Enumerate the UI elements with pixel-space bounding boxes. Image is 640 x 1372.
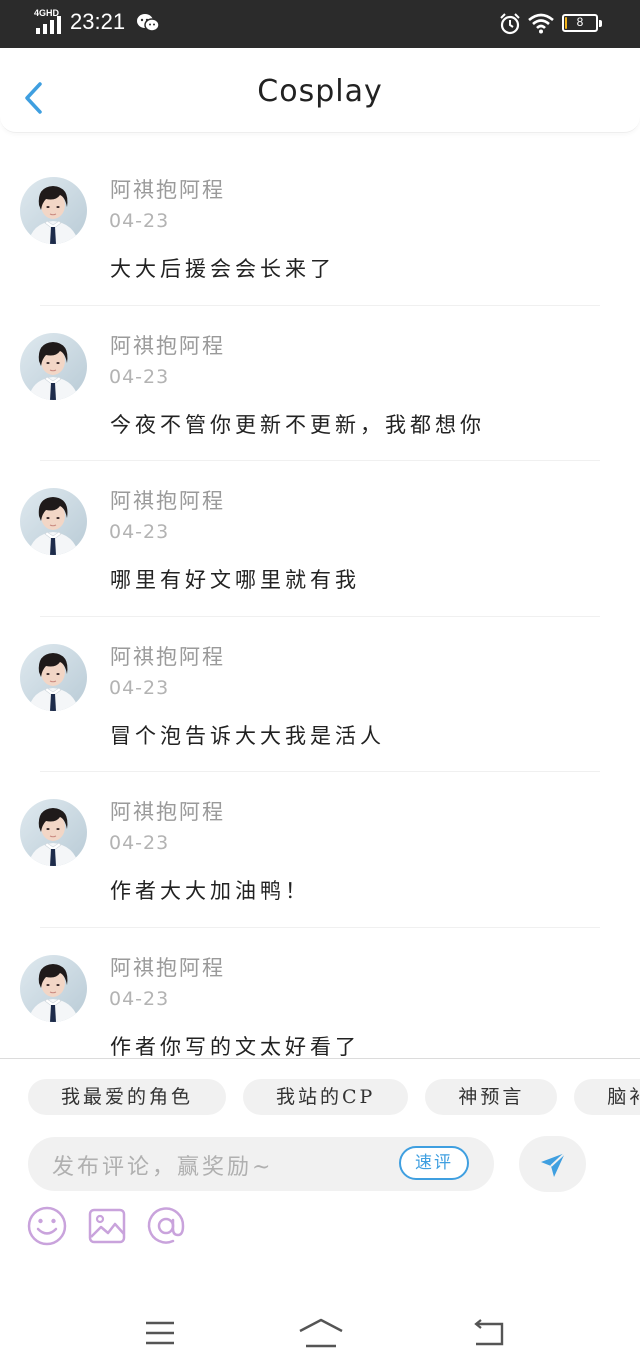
system-nav-bar <box>0 1297 640 1372</box>
comment-date: 04-23 <box>109 676 170 699</box>
comment-item: 阿祺抱阿程 04-23 大大后援会会长来了 <box>0 150 640 306</box>
comment-author[interactable]: 阿祺抱阿程 <box>110 952 225 982</box>
page-title: Cosplay <box>257 74 383 109</box>
battery-icon: 8 <box>562 14 602 32</box>
comment-text[interactable]: 作者你写的文太好看了 <box>110 1031 360 1061</box>
avatar[interactable] <box>20 799 87 866</box>
battery-tip <box>599 20 602 27</box>
comment-list: 阿祺抱阿程 04-23 大大后援会会长来了 阿祺抱阿程 04-23 今夜不管你更… <box>0 150 640 1083</box>
send-icon <box>541 1152 566 1177</box>
wifi-icon <box>528 13 554 34</box>
avatar[interactable] <box>20 332 87 400</box>
page-header: Cosplay <box>0 50 640 133</box>
menu-icon[interactable] <box>144 1319 176 1347</box>
comment-text[interactable]: 作者大大加油鸭！ <box>110 875 310 905</box>
back-nav-icon[interactable] <box>472 1319 506 1347</box>
signal-icon <box>36 16 61 34</box>
wechat-icon <box>137 14 160 32</box>
battery-level: 8 <box>576 15 584 29</box>
alarm-icon <box>500 13 520 35</box>
comment-date: 04-23 <box>109 521 170 543</box>
comment-author[interactable]: 阿祺抱阿程 <box>110 796 225 826</box>
avatar[interactable] <box>20 488 87 555</box>
comment-date: 04-23 <box>109 987 170 1010</box>
comment-date: 04-23 <box>109 365 170 388</box>
avatar[interactable] <box>20 643 87 711</box>
comment-text[interactable]: 大大后援会会长来了 <box>110 253 335 283</box>
home-icon[interactable] <box>298 1317 344 1349</box>
quick-chip-row[interactable]: 我最爱的角色我站的CP 神预言脑补 <box>28 1079 640 1115</box>
emoji-icon[interactable] <box>26 1205 68 1247</box>
quick-chip[interactable]: 我最爱的角色 <box>28 1079 227 1115</box>
avatar[interactable] <box>20 954 87 1022</box>
image-icon[interactable] <box>86 1205 128 1247</box>
comment-composer: 我最爱的角色我站的CP 神预言脑补 发布评论，赢奖励~ 速评 <box>0 1058 640 1297</box>
comment-item: 阿祺抱阿程 04-23 冒个泡告诉大大我是活人 <box>0 617 640 772</box>
comment-author[interactable]: 阿祺抱阿程 <box>110 174 225 204</box>
avatar[interactable] <box>20 177 87 244</box>
comment-author[interactable]: 阿祺抱阿程 <box>110 330 225 360</box>
comment-item: 阿祺抱阿程 04-23 哪里有好文哪里就有我 <box>0 461 640 617</box>
quick-chip[interactable]: 神预言 <box>425 1079 558 1115</box>
status-time: 23:21 <box>70 9 126 34</box>
mention-icon[interactable] <box>145 1205 187 1247</box>
comment-item: 阿祺抱阿程 04-23 作者大大加油鸭！ <box>0 772 640 928</box>
comment-author[interactable]: 阿祺抱阿程 <box>110 485 225 515</box>
comment-date: 04-23 <box>109 832 170 854</box>
comment-input[interactable]: 发布评论，赢奖励~ 速评 <box>28 1137 494 1191</box>
comment-input-placeholder: 发布评论，赢奖励~ <box>52 1155 274 1180</box>
comment-text[interactable]: 冒个泡告诉大大我是活人 <box>110 720 385 750</box>
comment-date: 04-23 <box>109 210 170 232</box>
quick-comment-button[interactable]: 速评 <box>399 1146 469 1180</box>
comment-author[interactable]: 阿祺抱阿程 <box>110 641 225 671</box>
quick-chip[interactable]: 我站的CP <box>243 1079 409 1115</box>
status-bar: 4GHD 23:21 8 <box>0 0 640 48</box>
comment-item: 阿祺抱阿程 04-23 今夜不管你更新不更新，我都想你 <box>0 306 640 461</box>
comment-text[interactable]: 今夜不管你更新不更新，我都想你 <box>110 409 485 439</box>
send-button[interactable] <box>519 1136 586 1192</box>
comment-text[interactable]: 哪里有好文哪里就有我 <box>110 564 360 594</box>
quick-chip[interactable]: 脑补 <box>574 1079 640 1115</box>
